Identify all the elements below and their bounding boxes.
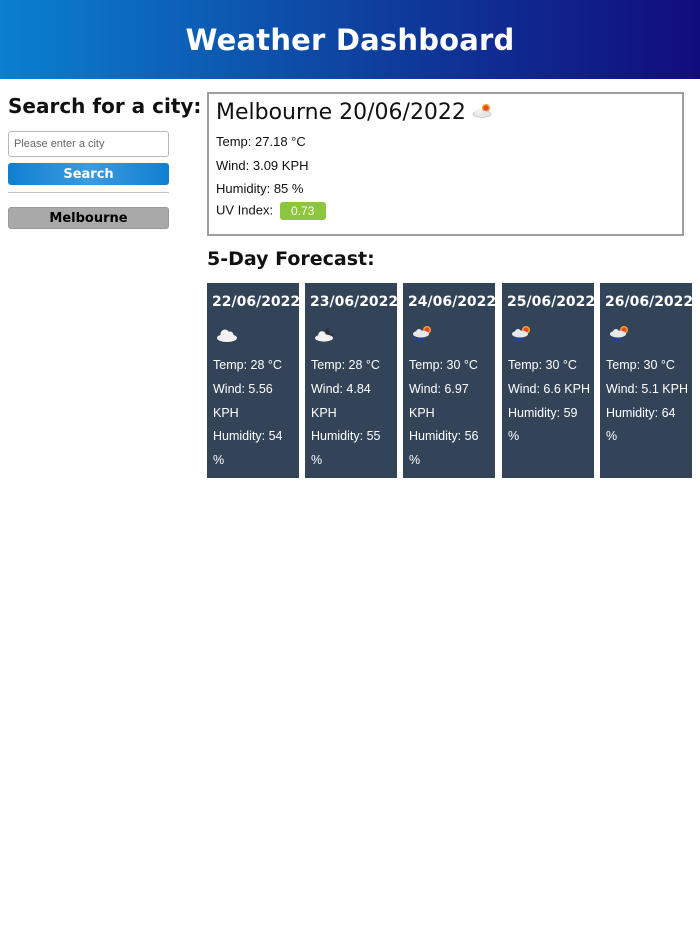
current-city-line: Melbourne 20/06/2022 [216, 100, 495, 125]
sidebar-divider [8, 192, 169, 193]
forecast-wind: Wind: 6.6 KPH [508, 381, 590, 396]
rain-sun-icon [512, 326, 530, 343]
current-wind-value: 3.09 KPH [252, 158, 309, 173]
forecast-details: Temp: 30 °C Wind: 6.97 KPH Humidity: 56 … [409, 354, 491, 473]
history-city-button-melbourne[interactable]: Melbourne [8, 207, 169, 229]
current-humidity-value: 85 % [273, 181, 304, 196]
forecast-wind: Wind: 5.1 KPH [606, 381, 688, 396]
cloud-icon [217, 329, 237, 342]
forecast-temp: Temp: 28 °C [311, 358, 380, 372]
forecast-date: 23/06/2022 [310, 294, 399, 310]
forecast-heading: 5-Day Forecast: [207, 248, 375, 270]
partly-cloudy-sun-icon [472, 103, 492, 118]
forecast-details: Temp: 30 °C Wind: 5.1 KPH Humidity: 64 % [606, 354, 688, 449]
forecast-temp: Temp: 30 °C [508, 358, 577, 372]
forecast-temp: Temp: 30 °C [409, 358, 478, 372]
forecast-card: 23/06/2022 Temp: 28 °C Wind: 4.84 KPH Hu… [305, 283, 399, 478]
city-search-input[interactable] [8, 131, 169, 157]
rain-sun-icon [610, 326, 628, 343]
forecast-humidity: Humidity: 54 % [213, 429, 283, 468]
current-temp-row: Temp: 27.18 °C [216, 134, 306, 149]
current-wind-row: Wind: 3.09 KPH [216, 158, 309, 173]
forecast-humidity: Humidity: 64 % [606, 405, 676, 444]
forecast-details: Temp: 30 °C Wind: 6.6 KPH Humidity: 59 % [508, 354, 590, 449]
forecast-wind: Wind: 4.84 KPH [311, 381, 371, 420]
forecast-card: 24/06/2022 Temp: 30 °C Wind: 6.97 KPH Hu… [403, 283, 497, 478]
rain-sun-icon [413, 326, 431, 343]
forecast-humidity: Humidity: 56 % [409, 429, 479, 468]
forecast-date: 24/06/2022 [408, 294, 497, 310]
current-humidity-row: Humidity: 85 % [216, 181, 303, 196]
forecast-humidity: Humidity: 59 % [508, 405, 578, 444]
forecast-card: 22/06/2022 Temp: 28 °C Wind: 5.56 KPH Hu… [207, 283, 301, 478]
current-wind-label: Wind: [216, 158, 250, 173]
uv-index-badge: 0.73 [279, 202, 326, 220]
cloudy-night-icon [315, 327, 336, 342]
forecast-date: 26/06/2022 [605, 294, 694, 310]
forecast-details: Temp: 28 °C Wind: 4.84 KPH Humidity: 55 … [311, 354, 393, 473]
page-header: Weather Dashboard [0, 0, 700, 79]
current-uv-label: UV Index: [216, 202, 274, 218]
forecast-wind: Wind: 6.97 KPH [409, 381, 469, 420]
forecast-details: Temp: 28 °C Wind: 5.56 KPH Humidity: 54 … [213, 354, 295, 473]
forecast-temp: Temp: 30 °C [606, 358, 675, 372]
current-uv-row: UV Index: 0.73 [216, 202, 326, 220]
current-city-date: Melbourne 20/06/2022 [216, 100, 466, 125]
forecast-temp: Temp: 28 °C [213, 358, 282, 372]
current-temp-value: 27.18 °C [255, 134, 306, 149]
forecast-wind: Wind: 5.56 KPH [213, 381, 273, 420]
forecast-date: 25/06/2022 [507, 294, 596, 310]
current-temp-label: Temp: [216, 134, 252, 149]
current-humidity-label: Humidity: [216, 181, 271, 196]
search-heading: Search for a city: [8, 94, 202, 118]
forecast-humidity: Humidity: 55 % [311, 429, 381, 468]
page-title: Weather Dashboard [185, 22, 515, 57]
search-button[interactable]: Search [8, 163, 169, 185]
forecast-date: 22/06/2022 [212, 294, 301, 310]
forecast-card: 26/06/2022 Temp: 30 °C Wind: 5.1 KPH Hum… [600, 283, 694, 478]
current-weather-card: Melbourne 20/06/2022 Temp: 27.18 °C Wind… [207, 92, 684, 236]
forecast-card: 25/06/2022 Temp: 30 °C Wind: 6.6 KPH Hum… [502, 283, 596, 478]
